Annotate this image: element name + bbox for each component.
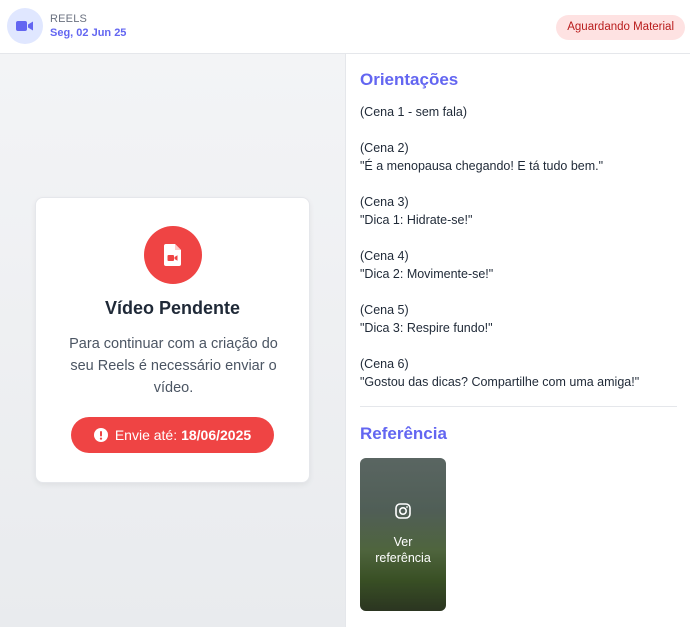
alert-circle-icon xyxy=(93,428,108,442)
scene-line: "Dica 1: Hidrate-se!" xyxy=(360,213,473,227)
section-divider xyxy=(360,406,677,407)
app-window: REELS Seg, 02 Jun 25 Aguardando Material… xyxy=(0,0,690,627)
scene-line: "Gostou das dicas? Compartilhe com uma a… xyxy=(360,375,640,389)
scene-item: (Cena 6) "Gostou das dicas? Compartilhe … xyxy=(360,355,680,391)
scene-line: "Dica 3: Respire fundo!" xyxy=(360,321,493,335)
pending-title: Vídeo Pendente xyxy=(104,298,241,318)
pending-video-card: Vídeo Pendente Para continuar com a cria… xyxy=(35,197,310,483)
scene-heading: (Cena 3) xyxy=(360,195,409,209)
instagram-icon xyxy=(395,503,411,524)
scene-item: (Cena 4) "Dica 2: Movimente-se!" xyxy=(360,247,680,283)
scene-item: (Cena 5) "Dica 3: Respire fundo!" xyxy=(360,301,680,337)
scene-item: (Cena 1 - sem fala) xyxy=(360,103,680,121)
scene-item: (Cena 2) "É a menopausa chegando! E tá t… xyxy=(360,139,680,175)
scene-heading: (Cena 2) xyxy=(360,141,409,155)
deadline-date: 18/06/2025 xyxy=(181,427,252,443)
deadline-badge: Envie até: 18/06/2025 xyxy=(71,417,274,453)
guidelines-title: Orientações xyxy=(360,70,459,89)
reference-title: Referência xyxy=(360,424,447,443)
scene-heading: (Cena 6) xyxy=(360,357,409,371)
status-badge: Aguardando Material xyxy=(556,15,685,40)
details-panel: Orientações (Cena 1 - sem fala) (Cena 2)… xyxy=(346,54,690,627)
scene-heading: (Cena 1 - sem fala) xyxy=(360,105,467,119)
deadline-label: Envie até: xyxy=(114,427,178,443)
reference-link-label: Ver referência xyxy=(375,535,431,565)
scene-heading: (Cena 5) xyxy=(360,303,409,317)
upload-panel: Vídeo Pendente Para continuar com a cria… xyxy=(0,54,346,627)
reference-overlay: Ver referência xyxy=(360,458,446,611)
post-date: Seg, 02 Jun 25 xyxy=(50,27,127,39)
video-camera-icon xyxy=(7,8,43,44)
reference-link[interactable]: Ver referência xyxy=(360,458,446,611)
scene-line: "É a menopausa chegando! E tá tudo bem." xyxy=(360,159,604,173)
scene-line: "Dica 2: Movimente-se!" xyxy=(360,267,494,281)
pending-description: Para continuar com a criação do seu Reel… xyxy=(69,336,278,396)
scene-heading: (Cena 4) xyxy=(360,249,409,263)
scene-item: (Cena 3) "Dica 1: Hidrate-se!" xyxy=(360,193,680,229)
content-type-label: REELS xyxy=(50,13,88,25)
header: REELS Seg, 02 Jun 25 Aguardando Material xyxy=(0,0,690,54)
file-video-icon xyxy=(144,226,202,284)
guidelines-list: (Cena 1 - sem fala) (Cena 2) "É a menopa… xyxy=(360,103,680,409)
